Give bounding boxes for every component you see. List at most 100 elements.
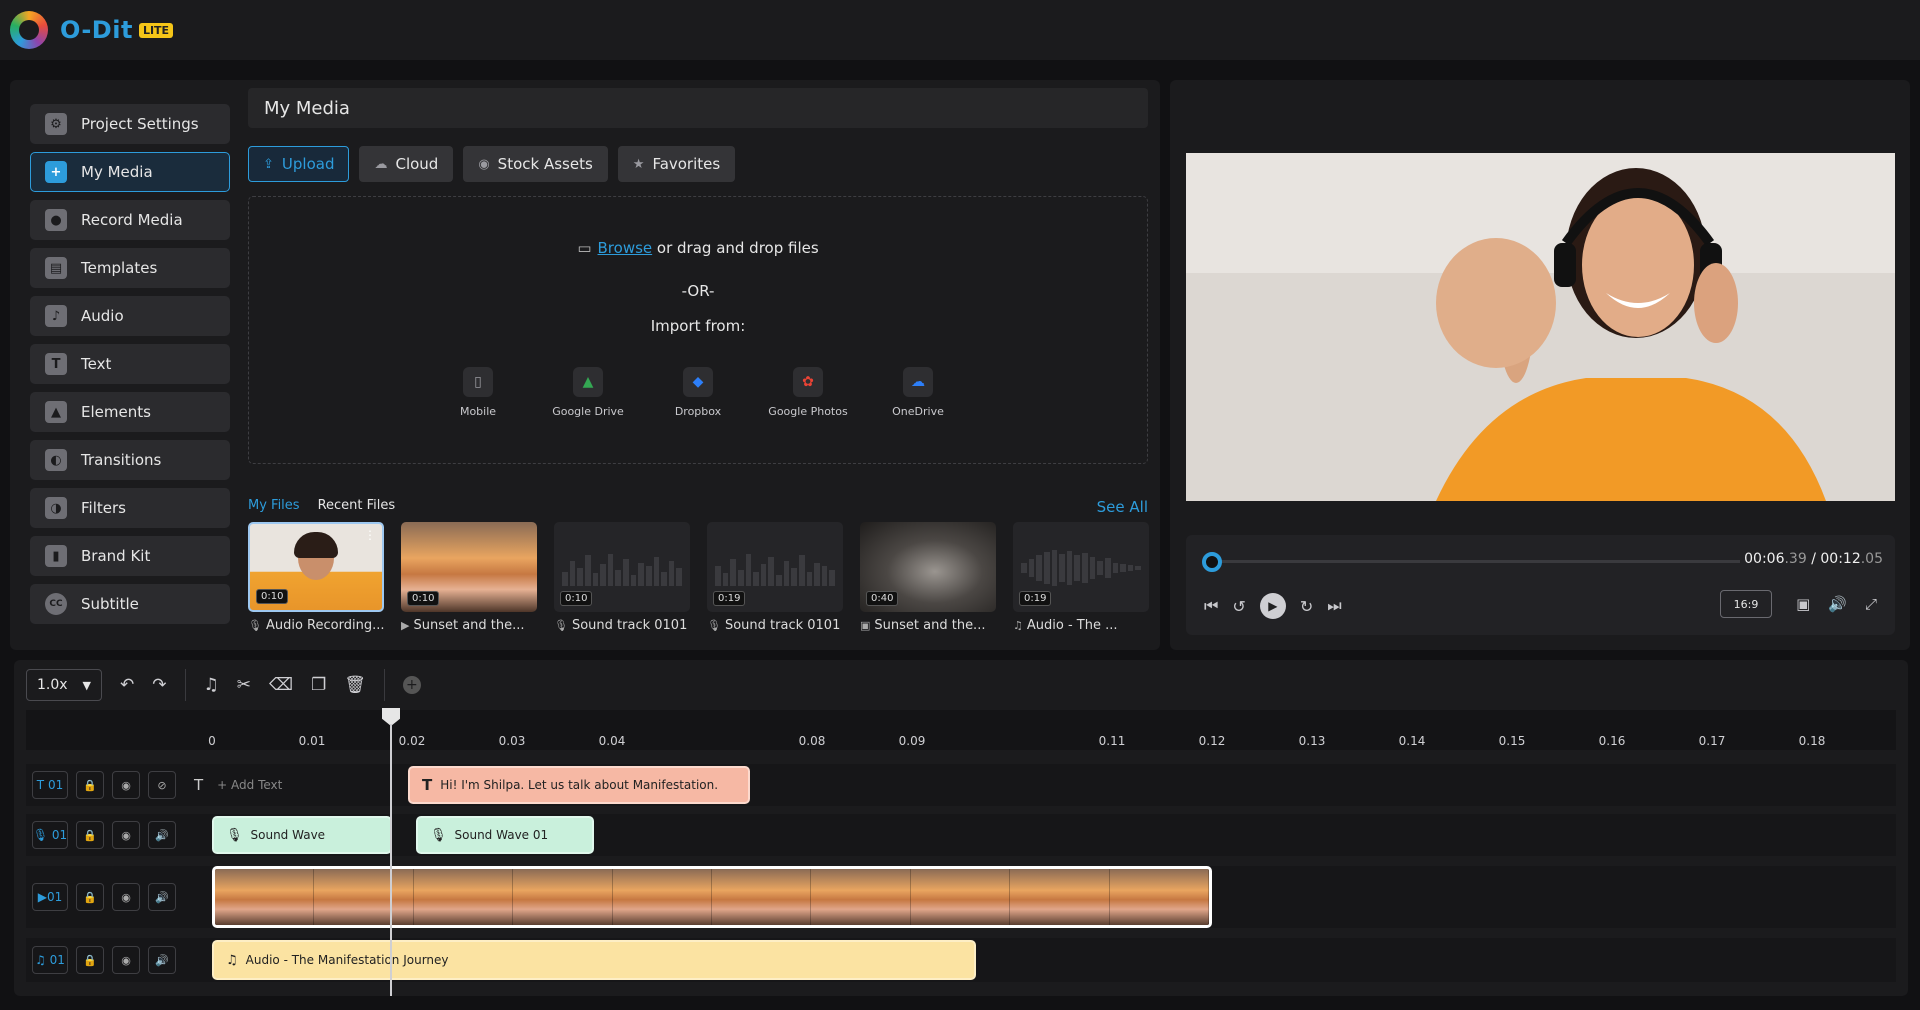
video-track-id[interactable]: ▶ 01 [32, 883, 68, 911]
sidebar-item-text[interactable]: T Text [30, 344, 230, 384]
media-file-item[interactable]: ⋮ 0:10 🎙 Audio Recording... [248, 522, 384, 633]
seek-bar[interactable] [1220, 560, 1740, 563]
upload-dropzone[interactable]: ▭ Browse or drag and drop files -OR- Impo… [248, 196, 1148, 464]
video-icon: ▶ [401, 619, 410, 632]
sidebar-item-label: Elements [81, 403, 151, 421]
audio-track-id[interactable]: ♫ 01 [32, 946, 68, 974]
volume-icon[interactable]: 🔊 [148, 946, 176, 974]
headphone-left [1554, 243, 1576, 287]
volume-icon[interactable]: 🔊 [148, 883, 176, 911]
eraser-icon[interactable]: ⌫ [269, 675, 293, 695]
sidebar-item-transitions[interactable]: ◐ Transitions [30, 440, 230, 480]
sidebar-item-subtitle[interactable]: CC Subtitle [30, 584, 230, 624]
media-file-item[interactable]: 0:40 ▣ Sunset and the... [860, 522, 996, 633]
media-file-item[interactable]: 0:19 ♫ Audio - The ... [1013, 522, 1149, 633]
speed-select[interactable]: 1.0x ▼ [26, 669, 102, 701]
import-mobile[interactable]: ▯ Mobile [443, 367, 513, 418]
sidebar-item-label: Filters [81, 499, 126, 517]
import-sources: ▯ Mobile ▲ Google Drive ◆ Dropbox ✿ Google P… [249, 367, 1147, 418]
eye-icon[interactable]: ◉ [112, 883, 140, 911]
undo-icon[interactable]: ↶ [120, 675, 134, 695]
media-file-item[interactable]: 0:19 🎙 Sound track 0101 [707, 522, 843, 633]
seek-handle[interactable] [1202, 552, 1222, 572]
volume-icon[interactable]: 🔊 [148, 821, 176, 849]
lock-icon[interactable]: 🔒 [76, 821, 104, 849]
preview-video[interactable] [1186, 153, 1895, 501]
media-tabs: ⇪ Upload ☁ Cloud ◉ Stock Assets ★ Favorites [248, 146, 1148, 182]
media-file-item[interactable]: 0:10 ▶ Sunset and the... [401, 522, 537, 633]
duplicate-icon[interactable]: ❐ [311, 675, 326, 695]
video-clip[interactable] [212, 866, 1212, 928]
sidebar: ⚙ Project Settings + My Media ● Record Medi… [30, 104, 230, 632]
tab-favorites[interactable]: ★ Favorites [617, 146, 736, 182]
skip-start-icon[interactable]: ⏮ [1204, 596, 1218, 616]
play-button[interactable]: ▶ [1259, 593, 1286, 619]
stock-icon: ◉ [478, 156, 490, 172]
sidebar-item-record-media[interactable]: ● Record Media [30, 200, 230, 240]
add-track-icon[interactable]: + [402, 676, 421, 694]
media-file-item[interactable]: 0:10 🎙 Sound track 0101 [554, 522, 690, 633]
text-track-id[interactable]: T 01 [32, 771, 68, 799]
audio-clip[interactable]: ♫ Audio - The Manifestation Journey [212, 940, 976, 980]
eye-icon[interactable]: ◉ [112, 946, 140, 974]
track-header: ▶ 01 🔒 ◉ 🔊 [26, 866, 182, 928]
aspect-ratio-button[interactable]: 16:9 [1720, 590, 1772, 618]
sidebar-item-brand-kit[interactable]: ▮ Brand Kit [30, 536, 230, 576]
lock-icon[interactable]: 🔒 [76, 771, 104, 799]
eye-icon[interactable]: ◉ [112, 771, 140, 799]
skip-end-icon[interactable]: ⏭ [1327, 596, 1341, 616]
scissors-icon[interactable]: ✂ [237, 675, 251, 695]
timeline-panel: 1.0x ▼ ↶ ↷ ♫ ✂ ⌫ ❐ 🗑 + 0 0.01 0.02 0.03 0… [14, 660, 1908, 996]
redo-icon[interactable]: ↷ [152, 675, 166, 695]
rewind-10-icon[interactable]: ↺ [1232, 597, 1245, 616]
lock-icon[interactable]: 🔒 [76, 946, 104, 974]
trash-icon[interactable]: 🗑 [344, 675, 366, 695]
browse-link[interactable]: Browse [598, 239, 653, 257]
sidebar-item-filters[interactable]: ◑ Filters [30, 488, 230, 528]
file-name: Sunset and the... [413, 618, 525, 633]
text-clip[interactable]: T Hi! I'm Shilpa. Let us talk about Manif… [408, 766, 750, 804]
time-separator: / [1806, 551, 1821, 567]
import-dropbox[interactable]: ◆ Dropbox [663, 367, 733, 418]
sound-clip[interactable]: 🎙 Sound Wave 01 [416, 816, 594, 854]
ruler-tick-label: 0.16 [1598, 734, 1626, 748]
tab-upload[interactable]: ⇪ Upload [248, 146, 350, 182]
import-google-drive[interactable]: ▲ Google Drive [552, 367, 624, 418]
music-icon: ♫ [226, 952, 238, 968]
sidebar-item-templates[interactable]: ▤ Templates [30, 248, 230, 288]
sidebar-item-my-media[interactable]: + My Media [30, 152, 230, 192]
eye-off-icon[interactable]: ⊘ [148, 771, 176, 799]
eye-icon[interactable]: ◉ [112, 821, 140, 849]
tab-my-files[interactable]: My Files [248, 498, 300, 516]
snapshot-icon[interactable]: ▣ [1796, 595, 1810, 613]
onedrive-glyph: ☁ [911, 374, 925, 390]
ruler-tick-label: 0.08 [798, 734, 826, 748]
sidebar-item-label: Transitions [81, 451, 162, 469]
sidebar-item-project-settings[interactable]: ⚙ Project Settings [30, 104, 230, 144]
sidebar-item-elements[interactable]: ▲ Elements [30, 392, 230, 432]
audio-detach-icon[interactable]: ♫ [204, 675, 219, 695]
add-text-button[interactable]: T + Add Text [194, 764, 282, 806]
waveform-icon [1021, 550, 1141, 586]
sidebar-item-label: Project Settings [81, 115, 199, 133]
import-onedrive[interactable]: ☁ OneDrive [883, 367, 953, 418]
text-track: T 01 🔒 ◉ ⊘ T + Add Text T Hi! I'm Shilpa. … [26, 764, 1896, 806]
text-clip-icon: T [422, 776, 433, 794]
more-options-icon[interactable]: ⋮ [364, 528, 376, 542]
volume-icon[interactable]: 🔊 [1828, 595, 1847, 613]
tab-cloud[interactable]: ☁ Cloud [359, 146, 454, 182]
image-icon: ▣ [860, 619, 871, 632]
tab-stock-assets[interactable]: ◉ Stock Assets [463, 146, 608, 182]
sidebar-item-audio[interactable]: ♪ Audio [30, 296, 230, 336]
timeline-ruler[interactable]: 0 0.01 0.02 0.03 0.04 0.08 0.09 0.11 0.1… [26, 710, 1896, 750]
import-google-photos[interactable]: ✿ Google Photos [768, 367, 848, 418]
voice-track-id[interactable]: 🎙 01 [32, 821, 68, 849]
forward-10-icon[interactable]: ↻ [1300, 597, 1313, 616]
sound-clip[interactable]: 🎙 Sound Wave [212, 816, 392, 854]
duration-badge: 0:40 [866, 591, 899, 606]
tab-recent-files[interactable]: Recent Files [318, 498, 396, 516]
fullscreen-icon[interactable]: ⤢ [1865, 595, 1877, 613]
see-all-link[interactable]: See All [1097, 498, 1148, 516]
lock-icon[interactable]: 🔒 [76, 883, 104, 911]
track-id-label: 01 [47, 778, 64, 792]
